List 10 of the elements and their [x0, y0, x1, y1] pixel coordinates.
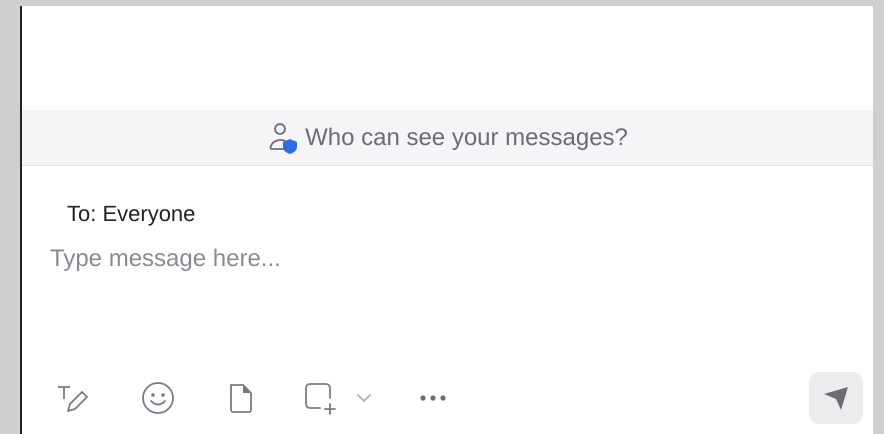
caret-icon[interactable]: [356, 393, 372, 403]
send-arrow-icon: [822, 385, 850, 411]
more-icon[interactable]: [420, 395, 446, 401]
privacy-banner[interactable]: Who can see your messages?: [22, 110, 873, 166]
privacy-text: Who can see your messages?: [305, 124, 628, 152]
user-shield-icon: [267, 120, 300, 154]
recipient-label[interactable]: To: Everyone: [67, 201, 873, 227]
add-frame-icon[interactable]: [302, 380, 338, 416]
emoji-icon[interactable]: [140, 380, 176, 416]
message-field[interactable]: Type message here...: [50, 245, 810, 315]
